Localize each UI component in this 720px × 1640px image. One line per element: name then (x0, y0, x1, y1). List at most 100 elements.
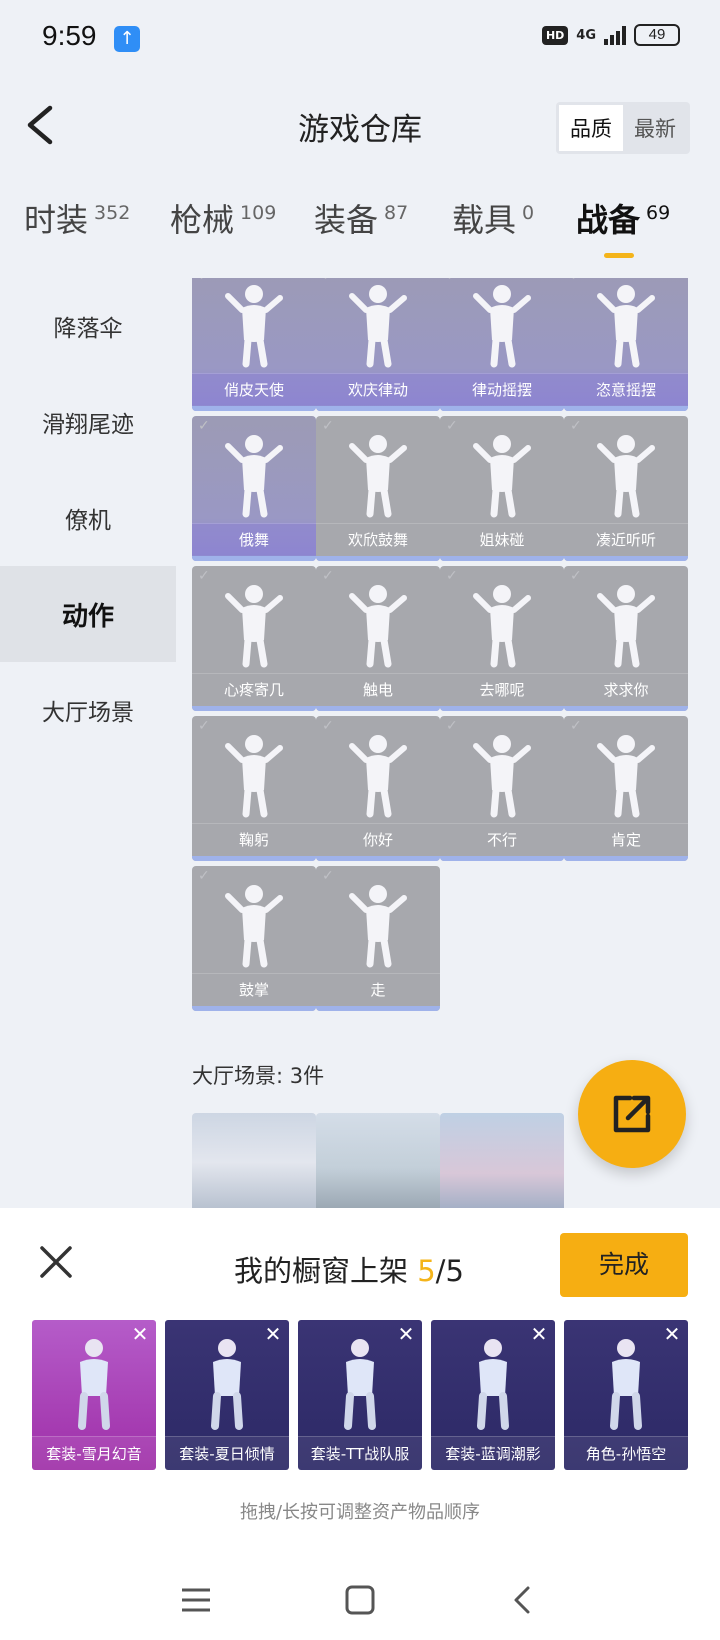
emote-figure-icon (225, 585, 283, 668)
emote-name: 去哪呢 (440, 673, 564, 705)
emote-figure-icon (349, 735, 407, 818)
home-icon[interactable] (340, 1580, 380, 1620)
showcase-item[interactable]: ✕ 套装-雪月幻音 (32, 1320, 156, 1470)
sidebar-item-lobby-scene[interactable]: 大厅场景 (0, 662, 176, 758)
emote-item[interactable]: ✓ 触电 (316, 566, 440, 711)
emote-figure-icon (597, 285, 655, 368)
outfit-preview-icon (477, 1339, 509, 1430)
top-bar: 游戏仓库 品质 最新 (0, 90, 720, 160)
rarity-bar (192, 406, 316, 411)
emote-item[interactable]: ✓ 走 (316, 866, 440, 1011)
close-icon[interactable] (38, 1244, 74, 1280)
tab-fashion[interactable]: 时装 352 (24, 195, 130, 241)
sort-toggle[interactable]: 品质 最新 (556, 102, 690, 154)
emote-item[interactable]: ✓ 鞠躬 (192, 716, 316, 861)
emote-item[interactable]: ✓ 去哪呢 (440, 566, 564, 711)
sort-quality-option[interactable]: 品质 (559, 105, 623, 151)
showcase-item-name: 套装-夏日倾情 (165, 1436, 289, 1470)
network-type: 4G (576, 27, 596, 43)
emote-item[interactable]: ✓ 求求你 (564, 566, 688, 711)
showcase-item[interactable]: ✕ 套装-蓝调潮影 (431, 1320, 555, 1470)
sidebar-item-wingman[interactable]: 僚机 (0, 470, 176, 566)
rarity-bar (192, 856, 316, 861)
sidebar-item-parachute[interactable]: 降落伞 (0, 278, 176, 374)
tab-vehicles[interactable]: 载具 0 (452, 195, 534, 241)
check-icon: ✓ (322, 868, 334, 884)
check-icon: ✓ (446, 278, 458, 284)
rarity-bar (316, 706, 440, 711)
emote-item[interactable]: ✓ 俄舞 (192, 416, 316, 561)
emote-name: 凑近听听 (564, 523, 688, 555)
emote-item[interactable]: ✓ 肯定 (564, 716, 688, 861)
lobby-scene-thumbnail[interactable] (440, 1113, 564, 1208)
back-icon[interactable] (504, 1580, 544, 1620)
rarity-bar (316, 406, 440, 411)
emote-item[interactable]: ✓ 不行 (440, 716, 564, 861)
check-icon: ✓ (446, 418, 458, 434)
emote-figure-icon (349, 585, 407, 668)
outfit-preview-icon (610, 1339, 642, 1430)
status-bar: 9:59 ↑ HD 4G 49 (0, 0, 720, 80)
rarity-bar (192, 706, 316, 711)
active-tab-indicator (604, 253, 634, 258)
clock: 9:59 (42, 20, 97, 51)
share-icon (613, 1095, 651, 1133)
lobby-scene-thumbnail[interactable] (192, 1113, 316, 1208)
emote-name: 求求你 (564, 673, 688, 705)
menu-icon[interactable] (176, 1580, 216, 1620)
emote-item[interactable]: ✓ 欢庆律动 (316, 278, 440, 411)
rarity-bar (192, 556, 316, 561)
upload-arrow-icon: ↑ (114, 26, 140, 52)
showcase-count: 5 (417, 1254, 436, 1288)
emote-name: 肯定 (564, 823, 688, 855)
check-icon: ✓ (322, 568, 334, 584)
check-icon: ✓ (570, 278, 582, 284)
emote-item[interactable]: ✓ 你好 (316, 716, 440, 861)
emote-item[interactable]: ✓ 欢欣鼓舞 (316, 416, 440, 561)
lobby-scene-section-label: 大厅场景: 3件 (192, 1064, 325, 1088)
sidebar-item-glide-trail[interactable]: 滑翔尾迹 (0, 374, 176, 470)
done-button[interactable]: 完成 (560, 1233, 688, 1297)
emote-figure-icon (597, 735, 655, 818)
emote-name: 不行 (440, 823, 564, 855)
sidebar-item-emotes[interactable]: 动作 (0, 566, 176, 662)
check-icon: ✓ (198, 718, 210, 734)
tab-weapons[interactable]: 枪械 109 (170, 195, 276, 241)
rarity-bar (316, 856, 440, 861)
hd-icon: HD (541, 25, 569, 45)
rarity-bar (440, 856, 564, 861)
showcase-item[interactable]: ✕ 角色-孙悟空 (564, 1320, 688, 1470)
emote-item[interactable]: ✓ 鼓掌 (192, 866, 316, 1011)
emote-name: 俏皮天使 (192, 373, 316, 405)
showcase-item[interactable]: ✕ 套装-夏日倾情 (165, 1320, 289, 1470)
showcase-item[interactable]: ✕ 套装-TT战队服 (298, 1320, 422, 1470)
tab-equipment[interactable]: 装备 87 (314, 195, 408, 241)
tab-battle-prep[interactable]: 战备 69 (576, 195, 670, 241)
category-tabs: 时装 352 枪械 109 装备 87 载具 0 战备 69 (0, 195, 720, 265)
emote-name: 心疼寄几 (192, 673, 316, 705)
emote-name: 恣意摇摆 (564, 373, 688, 405)
emote-name: 欢庆律动 (316, 373, 440, 405)
outfit-preview-icon (78, 1339, 110, 1430)
emote-item[interactable]: ✓ 恣意摇摆 (564, 278, 688, 411)
sort-newest-option[interactable]: 最新 (623, 105, 687, 151)
emote-item[interactable]: ✓ 凑近听听 (564, 416, 688, 561)
battery-icon: 49 (634, 24, 680, 46)
lobby-scene-thumbnail[interactable] (316, 1113, 440, 1208)
showcase-item-name: 套装-蓝调潮影 (431, 1436, 555, 1470)
check-icon: ✓ (198, 868, 210, 884)
emote-name: 触电 (316, 673, 440, 705)
emote-item[interactable]: ✓ 姐妹碰 (440, 416, 564, 561)
check-icon: ✓ (570, 718, 582, 734)
emote-figure-icon (349, 885, 407, 968)
check-icon: ✓ (322, 418, 334, 434)
showcase-item-name: 套装-TT战队服 (298, 1436, 422, 1470)
emote-name: 律动摇摆 (440, 373, 564, 405)
check-icon: ✓ (446, 568, 458, 584)
emote-item[interactable]: ✓ 俏皮天使 (192, 278, 316, 411)
share-button[interactable] (578, 1060, 686, 1168)
emote-item[interactable]: ✓ 心疼寄几 (192, 566, 316, 711)
emote-name: 鼓掌 (192, 973, 316, 1005)
emote-item[interactable]: ✓ 律动摇摆 (440, 278, 564, 411)
rarity-bar (564, 556, 688, 561)
